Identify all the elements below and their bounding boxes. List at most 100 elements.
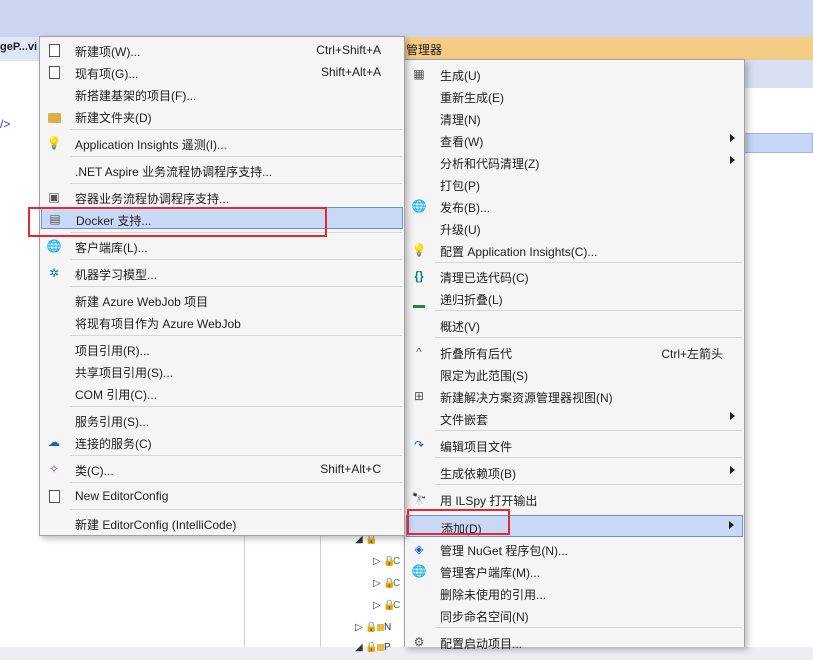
new-item-icon [46, 42, 62, 58]
title-bar [0, 0, 813, 37]
redo-arrow-icon: ↷ [413, 438, 425, 452]
collapse-bar-icon [411, 290, 427, 308]
menu-item-new-solution-explorer-view[interactable]: ⊞ 新建解决方案资源管理器视图(N) [406, 385, 743, 407]
tree-row-label: C [393, 578, 401, 589]
menu-separator [70, 455, 402, 456]
menu-separator [70, 183, 402, 184]
submenu-arrow-icon [729, 521, 734, 529]
menu-item-existing-as-azure-webjob[interactable]: 将现有项目作为 Azure WebJob [41, 311, 403, 333]
menu-item-build[interactable]: ▦ 生成(U) [406, 63, 743, 85]
highlight-box-docker [28, 207, 327, 237]
braces-icon: {} [414, 269, 424, 283]
menu-separator [70, 482, 402, 483]
code-text: /> [0, 117, 11, 131]
client-library-icon: 🌐 [46, 239, 62, 253]
menu-item-cleanup-selected-code[interactable]: {} 清理已选代码(C) [406, 265, 743, 287]
tree-row[interactable]: ▷ 🔒C [373, 600, 400, 618]
menu-item-new-azure-webjob[interactable]: 新建 Azure WebJob 项目 [41, 289, 403, 311]
menu-item-aspire-orchestrator[interactable]: .NET Aspire 业务流程协调程序支持... [41, 159, 403, 181]
solution-explorer-header: 管理器 [404, 37, 813, 60]
menu-separator [435, 262, 742, 263]
menu-item-project-reference[interactable]: 项目引用(R)... [41, 338, 403, 360]
menu-item-class[interactable]: ✧ 类(C)... Shift+Alt+C [41, 458, 403, 480]
solution-explorer-title: 管理器 [406, 43, 443, 57]
tree-row[interactable]: ▷ 🔒C [373, 556, 400, 574]
menu-item-publish[interactable]: 🌐 发布(B)... [406, 195, 743, 217]
container-orchestrator-icon: ▣ [48, 190, 60, 204]
menu-separator [435, 484, 742, 485]
menu-item-open-with-ilspy[interactable]: 🔭 用 ILSpy 打开输出 [406, 488, 743, 510]
tree-row[interactable]: ◢ 🔒 P [355, 642, 391, 660]
menu-item-connected-services[interactable]: ☁ 连接的服务(C) [41, 431, 403, 453]
menu-item-container-orchestrator[interactable]: ▣ 容器业务流程协调程序支持... [41, 186, 403, 208]
menu-item-scope-to-this[interactable]: 限定为此范围(S) [406, 363, 743, 385]
menu-item-pack[interactable]: 打包(P) [406, 173, 743, 195]
menu-item-clean[interactable]: 清理(N) [406, 107, 743, 129]
menu-separator [70, 509, 402, 510]
publish-globe-icon: 🌐 [411, 199, 427, 213]
menu-item-remove-unused-references[interactable]: 删除未使用的引用... [406, 582, 743, 604]
menu-item-existing-item[interactable]: 现有项(G)... Shift+Alt+A [41, 61, 403, 83]
menu-item-manage-nuget[interactable]: ◈ 管理 NuGet 程序包(N)... [406, 538, 743, 560]
nuget-icon: ◈ [414, 542, 424, 556]
add-submenu: 新建项(W)... Ctrl+Shift+A 现有项(G)... Shift+A… [39, 36, 405, 536]
application-insights-icon: 💡 [46, 136, 62, 150]
menu-item-overview[interactable]: 概述(V) [406, 314, 743, 336]
menu-item-rebuild[interactable]: 重新生成(E) [406, 85, 743, 107]
menu-item-new-editorconfig[interactable]: New EditorConfig [41, 485, 403, 507]
menu-separator [70, 129, 402, 130]
menu-item-client-library[interactable]: 🌐 客户端库(L)... [41, 235, 403, 257]
menu-separator [435, 457, 742, 458]
menu-item-new-editorconfig-intellicode[interactable]: 新建 EditorConfig (IntelliCode) [41, 512, 403, 534]
menu-item-view[interactable]: 查看(W) [406, 129, 743, 151]
menu-item-analyze[interactable]: 分析和代码清理(Z) [406, 151, 743, 173]
menu-item-recursive-collapse[interactable]: 递归折叠(L) [406, 287, 743, 309]
menu-item-sync-namespaces[interactable]: 同步命名空间(N) [406, 604, 743, 626]
highlight-box-add [407, 509, 510, 535]
menu-item-new-item[interactable]: 新建项(W)... Ctrl+Shift+A [41, 39, 403, 61]
ilspy-icon: 🔭 [411, 492, 427, 506]
menu-item-collapse-all-descendants[interactable]: ^ 折叠所有后代 Ctrl+左箭头 [406, 341, 743, 363]
menu-separator [70, 286, 402, 287]
submenu-arrow-icon [730, 156, 735, 164]
menu-item-com-reference[interactable]: COM 引用(C)... [41, 382, 403, 404]
submenu-arrow-icon [730, 134, 735, 142]
project-context-menu: ▦ 生成(U) 重新生成(E) 清理(N) 查看(W) 分析和代码清理(Z) 打… [404, 59, 745, 651]
menu-item-machine-learning-model[interactable]: ✲ 机器学习模型... [41, 262, 403, 284]
application-insights-icon: 💡 [411, 243, 427, 257]
build-icon: ▦ [413, 67, 425, 81]
menu-item-file-nesting[interactable]: 文件嵌套 [406, 407, 743, 429]
gear-icon: ⚙ [413, 635, 425, 649]
menu-item-configure-app-insights[interactable]: 💡 配置 Application Insights(C)... [406, 239, 743, 261]
editorconfig-icon [46, 488, 62, 504]
menu-separator [435, 627, 742, 628]
tree-row-label: C [393, 556, 401, 567]
tree-row[interactable]: ◢ 🔒 [355, 534, 377, 552]
menu-item-upgrade[interactable]: 升级(U) [406, 217, 743, 239]
tree-row-label: P [384, 642, 391, 653]
connected-services-icon: ☁ [48, 435, 60, 449]
menu-separator [435, 337, 742, 338]
menu-item-build-dependencies[interactable]: 生成依赖项(B) [406, 461, 743, 483]
caret-up-icon: ^ [416, 345, 422, 359]
menu-item-service-reference[interactable]: 服务引用(S)... [41, 409, 403, 431]
tree-row-label: N [384, 622, 392, 633]
tree-row[interactable]: ▷ 🔒 N [355, 622, 391, 640]
menu-separator [70, 259, 402, 260]
menu-separator [435, 310, 742, 311]
menu-item-new-scaffolded-item[interactable]: 新搭建基架的项目(F)... [41, 83, 403, 105]
client-library-icon: 🌐 [411, 564, 427, 578]
submenu-arrow-icon [730, 412, 735, 420]
menu-item-shared-project-reference[interactable]: 共享项目引用(S)... [41, 360, 403, 382]
menu-item-edit-project-file[interactable]: ↷ 编辑项目文件 [406, 434, 743, 456]
tree-row-label: C [393, 600, 401, 611]
menu-item-manage-client-libraries[interactable]: 🌐 管理客户端库(M)... [406, 560, 743, 582]
menu-item-configure-startup[interactable]: ⚙ 配置启动项目... [406, 631, 743, 653]
machine-learning-icon: ✲ [48, 266, 60, 280]
tree-row[interactable]: ▷ 🔒C [373, 578, 400, 596]
class-icon: ✧ [48, 462, 60, 476]
selected-project-row[interactable] [744, 133, 813, 153]
menu-item-new-folder[interactable]: 新建文件夹(D) [41, 105, 403, 127]
menu-item-application-insights[interactable]: 💡 Application Insights 遥测(I)... [41, 132, 403, 154]
menu-separator [70, 335, 402, 336]
